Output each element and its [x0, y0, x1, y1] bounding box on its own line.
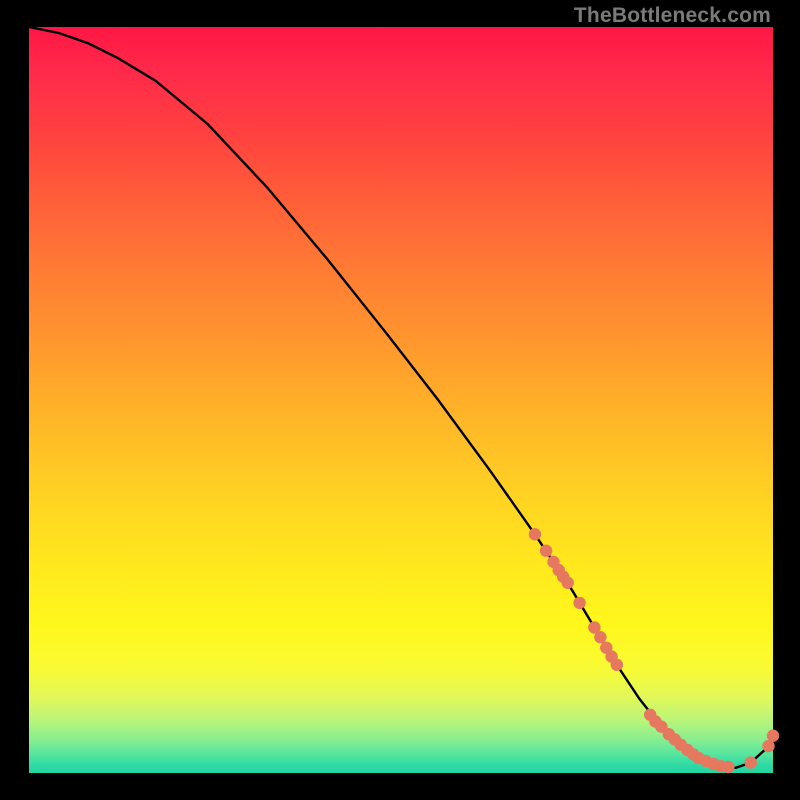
- curve-marker: [594, 631, 606, 643]
- curve-marker: [745, 756, 757, 768]
- chart-stage: TheBottleneck.com: [0, 0, 800, 800]
- curve-marker: [611, 659, 623, 671]
- curve-marker: [540, 545, 552, 557]
- curve-markers-group: [529, 528, 780, 773]
- watermark-text: TheBottleneck.com: [574, 4, 771, 28]
- curve-marker: [529, 528, 541, 540]
- chart-svg: [29, 27, 773, 773]
- curve-marker: [562, 577, 574, 589]
- curve-marker: [573, 597, 585, 609]
- curve-marker: [767, 730, 779, 742]
- bottleneck-curve: [29, 27, 773, 768]
- curve-marker: [722, 761, 734, 773]
